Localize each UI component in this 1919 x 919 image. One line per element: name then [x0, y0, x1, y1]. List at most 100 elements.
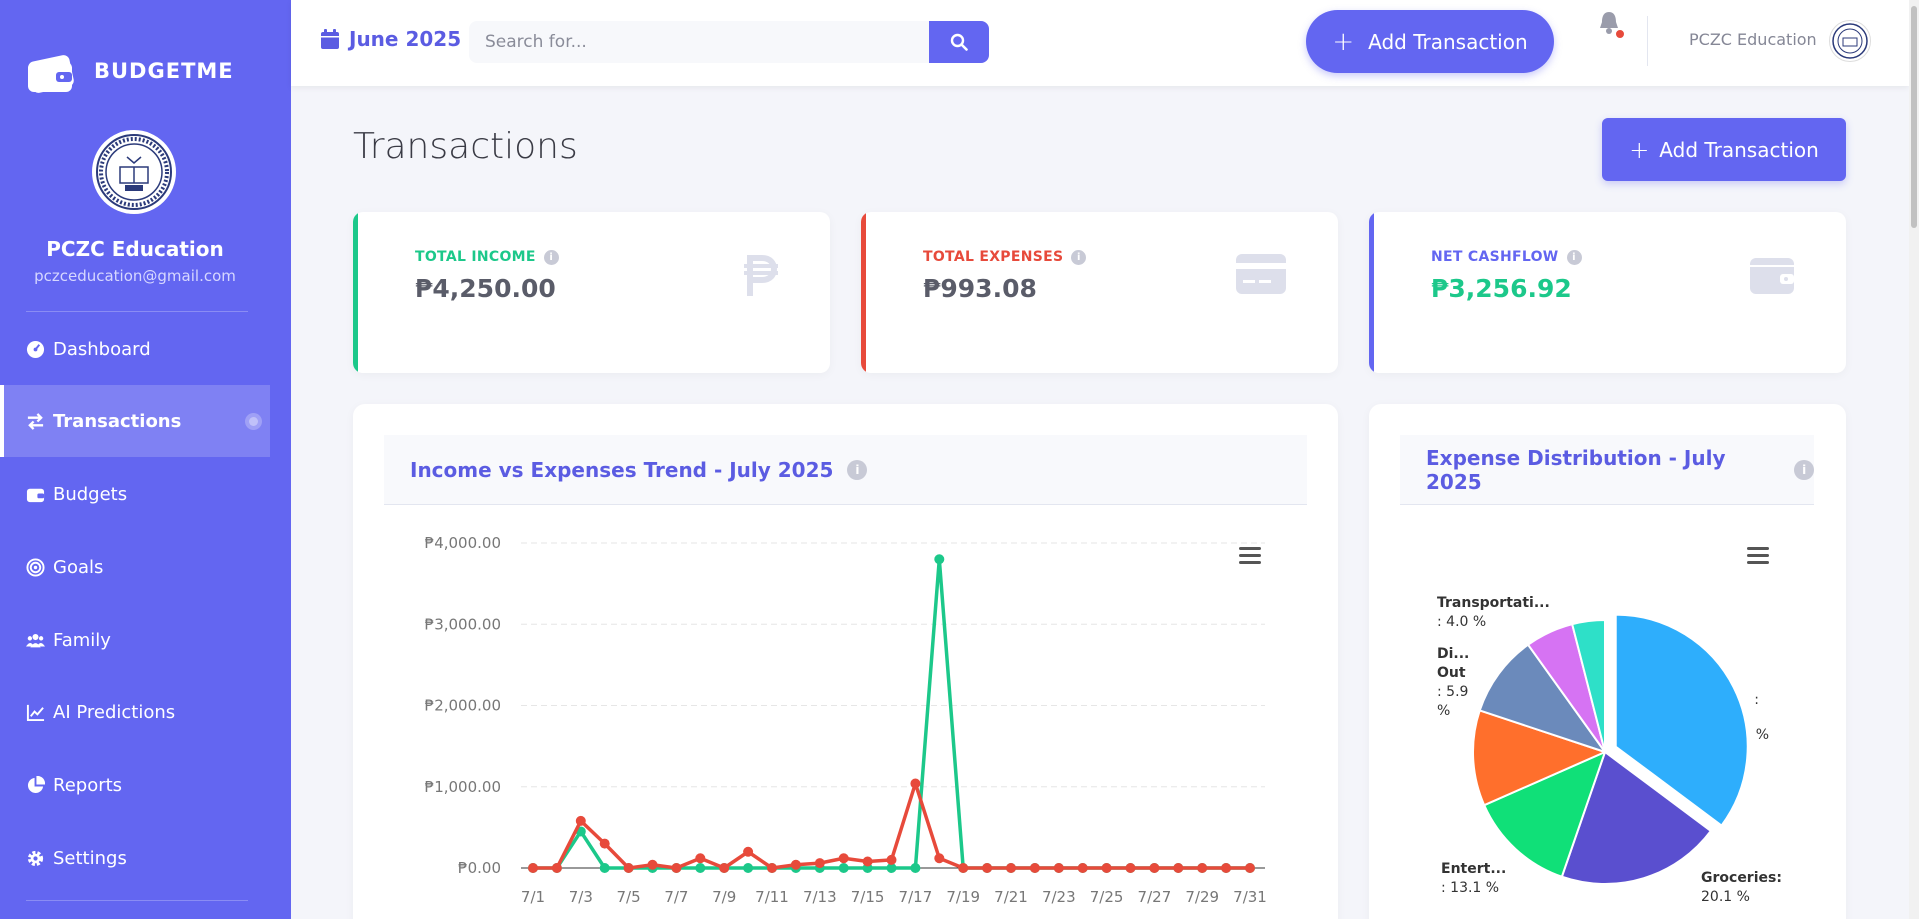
data-point	[1197, 863, 1208, 873]
pie-data-label: : 13.1 %	[1441, 880, 1499, 896]
add-transaction-button[interactable]: + Add Transaction	[1306, 10, 1554, 73]
data-point	[958, 863, 969, 873]
stat-label: TOTAL EXPENSES i	[923, 249, 1087, 265]
data-point	[743, 863, 754, 873]
data-point	[695, 863, 706, 873]
data-point	[1149, 863, 1160, 873]
x-tick-label: 7/17	[899, 888, 933, 906]
calendar-icon	[321, 29, 339, 49]
data-point	[838, 863, 849, 873]
sidebar-item-ai-predictions[interactable]: AI Predictions	[0, 676, 270, 748]
user-name[interactable]: PCZC Education	[1689, 30, 1817, 49]
target-icon	[26, 557, 45, 577]
data-point	[1221, 863, 1232, 873]
info-icon[interactable]: i	[1566, 249, 1582, 265]
data-point	[814, 858, 825, 869]
plus-icon: +	[1332, 26, 1355, 57]
data-point	[1101, 863, 1112, 873]
data-point	[1029, 863, 1040, 873]
data-point	[599, 863, 610, 873]
search-input[interactable]	[469, 21, 929, 63]
line-chart: ₱0.00 ₱1,000.00 ₱2,000.00 ₱3,000.00 ₱4,000.0…	[425, 534, 1267, 906]
data-point	[671, 863, 682, 873]
sidebar-item-reports[interactable]: Reports	[0, 749, 270, 821]
data-point	[623, 863, 634, 873]
brand[interactable]: BUDGETME	[26, 48, 234, 94]
profile-avatar[interactable]	[92, 130, 176, 214]
sidebar-item-goals[interactable]: Goals	[0, 531, 270, 603]
sidebar: BUDGETME PCZC Education pczceducation@gm…	[0, 0, 291, 919]
info-icon[interactable]: i	[1071, 249, 1087, 265]
net-cashflow-card: NET CASHFLOW i ₱3,256.92	[1369, 212, 1846, 373]
x-tick-label: 7/27	[1138, 888, 1172, 906]
x-tick-label: 7/9	[712, 888, 736, 906]
data-point	[551, 863, 562, 873]
credit-card-icon	[1236, 254, 1286, 294]
exchange-arrows-icon	[27, 412, 44, 430]
stat-value: ₱3,256.92	[1431, 274, 1572, 303]
add-transaction-button[interactable]: + Add Transaction	[1602, 118, 1846, 181]
wallet-icon	[1750, 258, 1794, 294]
user-avatar[interactable]	[1829, 20, 1871, 62]
pie-data-label: Transportati...	[1437, 595, 1550, 611]
data-point	[1053, 863, 1064, 873]
seal-logo-icon	[96, 134, 172, 210]
search-icon	[950, 33, 968, 51]
sidebar-item-label: Goals	[53, 556, 104, 578]
x-tick-label: 7/1	[521, 888, 545, 906]
y-tick-label: ₱0.00	[458, 859, 501, 877]
data-point	[695, 853, 706, 864]
data-point	[647, 859, 658, 870]
sidebar-item-family[interactable]: Family	[0, 604, 270, 676]
data-point	[838, 853, 849, 864]
page-scrollbar[interactable]	[1909, 0, 1919, 919]
x-tick-label: 7/25	[1090, 888, 1124, 906]
pie-data-label: Groceries:	[1701, 870, 1782, 886]
add-transaction-label: Add Transaction	[1659, 137, 1819, 162]
seal-logo-icon	[1832, 23, 1868, 59]
pie-data-label: : 5.9	[1437, 684, 1468, 700]
topbar-divider	[1647, 16, 1648, 66]
y-tick-label: ₱1,000.00	[425, 778, 501, 796]
data-point	[982, 863, 993, 873]
sidebar-item-label: AI Predictions	[53, 701, 176, 723]
y-tick-label: ₱2,000.00	[425, 697, 501, 715]
sidebar-item-settings[interactable]: Settings	[0, 822, 270, 894]
card-accent	[1369, 212, 1374, 373]
data-point	[934, 853, 945, 864]
plus-icon: +	[1629, 135, 1650, 164]
card-accent	[353, 212, 358, 373]
scrollbar-thumb[interactable]	[1911, 6, 1917, 228]
x-tick-label: 7/7	[664, 888, 688, 906]
sidebar-item-budgets[interactable]: Budgets	[0, 458, 270, 530]
date-selector[interactable]: June 2025	[321, 27, 461, 51]
dashboard-gauge-icon	[26, 340, 45, 358]
stat-value: ₱4,250.00	[415, 274, 556, 303]
data-point	[599, 838, 610, 849]
data-point	[575, 815, 586, 826]
sidebar-item-label: Dashboard	[53, 338, 151, 360]
stat-value: ₱993.08	[923, 274, 1037, 303]
data-point	[910, 778, 921, 789]
sidebar-item-label: Family	[53, 629, 111, 651]
line-chart-icon	[26, 704, 45, 721]
x-tick-label: 7/15	[851, 888, 885, 906]
notifications-button[interactable]	[1597, 10, 1626, 42]
data-point	[1125, 863, 1136, 873]
data-point	[743, 846, 754, 857]
info-icon[interactable]: i	[543, 249, 559, 265]
sidebar-item-dashboard[interactable]: Dashboard	[0, 313, 270, 385]
pie-data-label: : 4.0 %	[1437, 614, 1486, 630]
sidebar-item-transactions[interactable]: Transactions	[0, 385, 270, 457]
expense-distribution-card: Expense Distribution - July 2025 i Trans…	[1369, 404, 1846, 919]
x-tick-label: 7/5	[617, 888, 641, 906]
stat-label: NET CASHFLOW i	[1431, 249, 1582, 265]
data-point	[934, 554, 945, 565]
data-point	[862, 856, 873, 867]
peso-icon	[744, 255, 778, 296]
x-tick-label: 7/3	[569, 888, 593, 906]
date-label: June 2025	[349, 27, 462, 51]
y-tick-label: ₱4,000.00	[425, 534, 501, 552]
series-line	[533, 557, 1250, 870]
search-button[interactable]	[929, 21, 989, 63]
